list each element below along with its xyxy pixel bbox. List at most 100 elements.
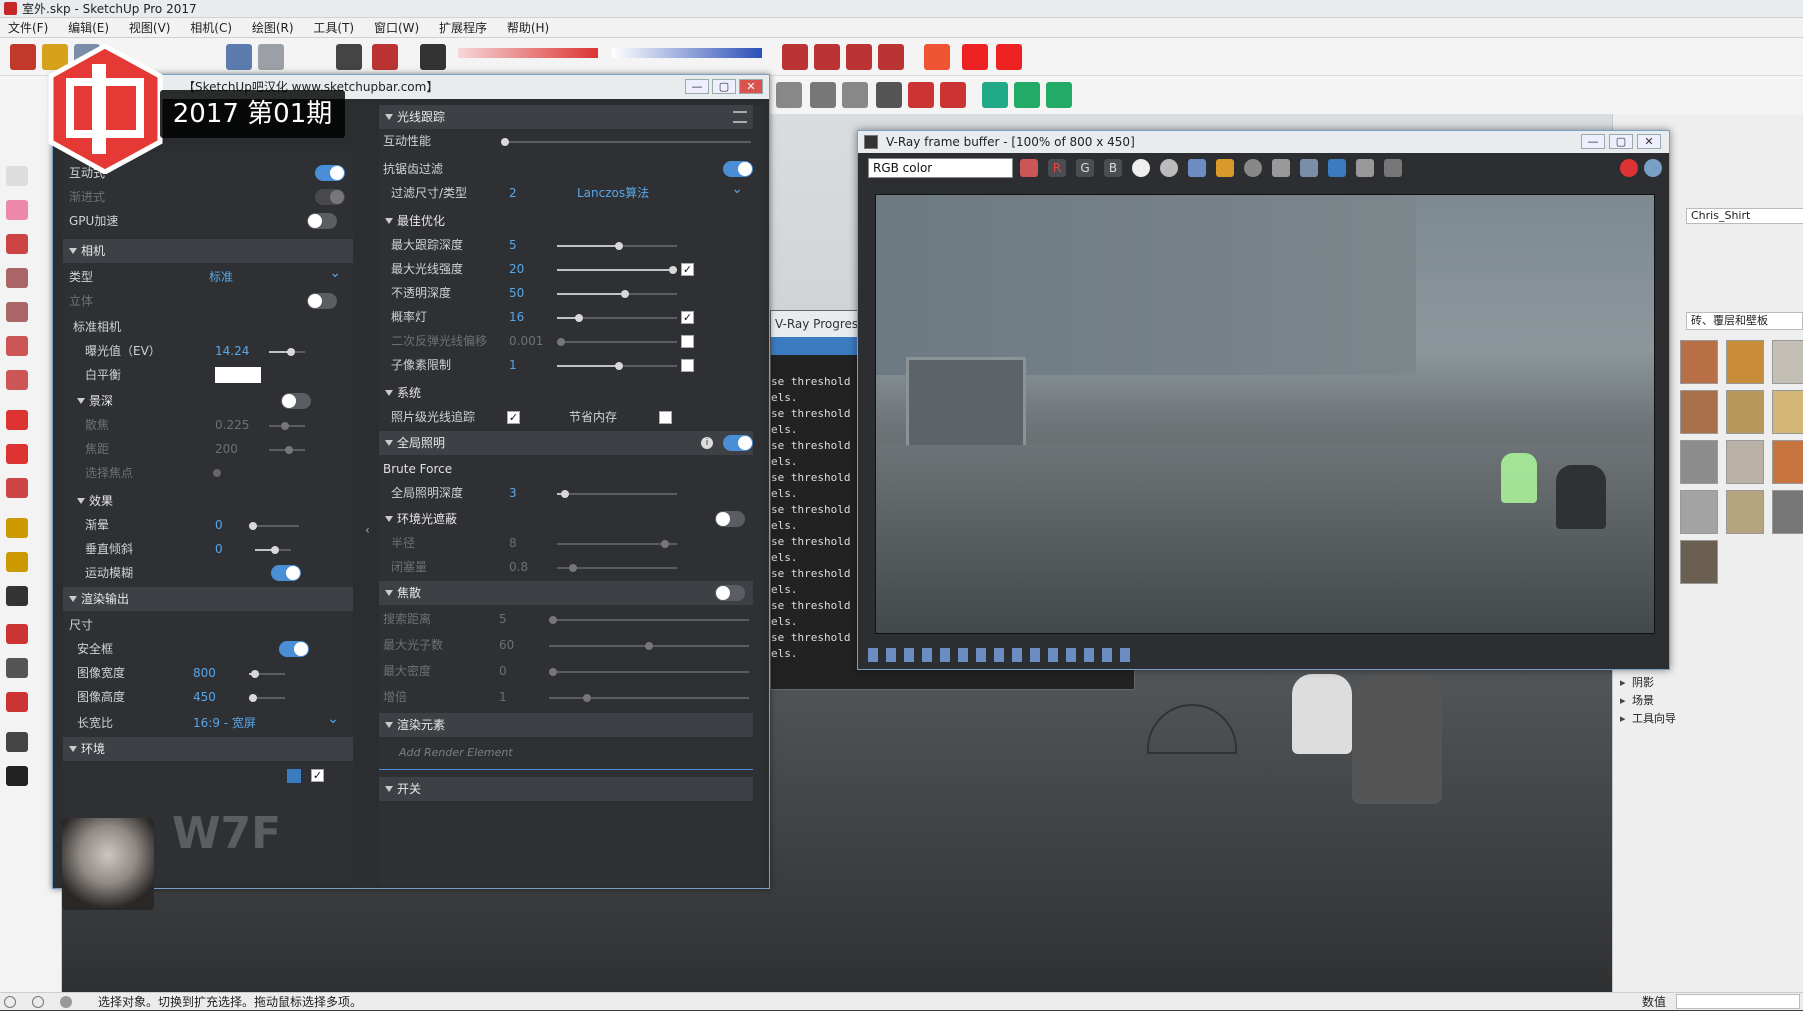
subdiv-limit-checkbox[interactable] xyxy=(681,359,694,372)
undo-icon[interactable] xyxy=(226,44,252,70)
ev-slider[interactable] xyxy=(269,348,305,356)
material-swatch[interactable] xyxy=(1772,340,1803,384)
focus-distance-slider[interactable] xyxy=(269,446,305,454)
maximize-button[interactable]: ▢ xyxy=(712,79,736,94)
multiplier-value[interactable]: 1 xyxy=(499,685,507,709)
scale-tool-icon[interactable] xyxy=(6,478,28,498)
walk-tool-icon[interactable] xyxy=(6,732,28,752)
user-icon[interactable] xyxy=(60,996,72,1008)
caustics-toggle[interactable] xyxy=(715,585,745,601)
measurements-field[interactable] xyxy=(1676,994,1800,1009)
switches-section[interactable]: 开关 xyxy=(379,777,753,801)
move-tool-icon[interactable] xyxy=(6,410,28,430)
vray-lights-icon[interactable] xyxy=(878,44,904,70)
vignette-value[interactable]: 0 xyxy=(215,513,223,537)
secondary-bias-slider[interactable] xyxy=(557,338,677,346)
color-corrections-icon[interactable] xyxy=(1020,159,1038,177)
max-photons-slider[interactable] xyxy=(549,642,749,650)
menu-edit[interactable]: 编辑(E) xyxy=(60,18,117,38)
save-image-icon[interactable] xyxy=(1188,159,1206,177)
max-ray-intensity-slider[interactable] xyxy=(557,266,677,274)
probabilistic-lights-checkbox[interactable]: ✓ xyxy=(681,311,694,324)
3d-text-icon[interactable] xyxy=(876,82,902,108)
dof-section[interactable]: 景深 xyxy=(71,389,231,413)
print-icon[interactable] xyxy=(336,44,362,70)
material-swatch[interactable] xyxy=(1726,490,1764,534)
channel-select[interactable]: RGB color xyxy=(868,158,1013,178)
rendered-image[interactable] xyxy=(875,194,1655,634)
panel-collapse-icon[interactable]: ‹ xyxy=(365,523,375,541)
axes-icon[interactable] xyxy=(842,82,868,108)
occlusion-value[interactable]: 0.8 xyxy=(509,555,528,579)
model-info-icon[interactable] xyxy=(372,44,398,70)
focus-distance-value[interactable]: 200 xyxy=(215,437,238,461)
dof-toggle[interactable] xyxy=(281,393,311,409)
material-swatch[interactable] xyxy=(1680,440,1718,484)
motion-blur-toggle[interactable] xyxy=(271,565,301,581)
menu-camera[interactable]: 相机(C) xyxy=(182,18,240,38)
max-trace-depth-value[interactable]: 5 xyxy=(509,233,517,257)
gi-section[interactable]: 全局照明 xyxy=(379,431,753,455)
fb-maximize-button[interactable]: ▢ xyxy=(1609,134,1633,149)
multiplier-slider[interactable] xyxy=(549,694,749,702)
settings-options-icon[interactable] xyxy=(733,111,747,123)
stereo-toggle[interactable] xyxy=(307,293,337,309)
material-swatch[interactable] xyxy=(1726,440,1764,484)
probabilistic-lights-slider[interactable] xyxy=(557,314,677,322)
caustics-section[interactable]: 焦散 xyxy=(379,581,753,605)
menu-tools[interactable]: 工具(T) xyxy=(305,18,362,38)
ao-toggle[interactable] xyxy=(715,511,745,527)
interactive-toggle[interactable] xyxy=(315,165,345,181)
image-height-slider[interactable] xyxy=(249,694,285,702)
protractor-icon[interactable] xyxy=(6,552,28,572)
menu-file[interactable]: 文件(F) xyxy=(0,18,56,38)
gpu-toggle[interactable] xyxy=(307,213,337,229)
vray-interactive-icon[interactable] xyxy=(814,44,840,70)
vertical-tilt-slider[interactable] xyxy=(255,546,291,554)
render-history-icon[interactable] xyxy=(1356,159,1374,177)
blue-channel-button[interactable]: B xyxy=(1104,159,1122,177)
interactive-perf-slider[interactable] xyxy=(501,138,751,146)
camera-section[interactable]: 相机 xyxy=(63,239,353,263)
orbit-tool-icon[interactable] xyxy=(6,624,28,644)
tray-instructor[interactable]: 工具向导 xyxy=(1620,710,1676,728)
render-output-section[interactable]: 渲染输出 xyxy=(63,587,353,611)
image-width-slider[interactable] xyxy=(249,670,285,678)
region-render-icon[interactable] xyxy=(1300,159,1318,177)
image-width-value[interactable]: 800 xyxy=(193,661,216,685)
effects-section[interactable]: 效果 xyxy=(71,489,231,513)
minimize-button[interactable]: — xyxy=(685,79,709,94)
material-swatch[interactable] xyxy=(1772,440,1803,484)
menu-view[interactable]: 视图(V) xyxy=(121,18,179,38)
tray-scenes[interactable]: 场景 xyxy=(1620,692,1654,710)
app-icon[interactable] xyxy=(940,82,966,108)
green-channel-button[interactable]: G xyxy=(1076,159,1094,177)
subdiv-limit-value[interactable]: 1 xyxy=(509,353,517,377)
antialiasing-toggle[interactable] xyxy=(723,161,753,177)
tray-shadows[interactable]: 阴影 xyxy=(1620,674,1654,692)
tape-measure-icon[interactable] xyxy=(6,518,28,538)
ao-radius-value[interactable]: 8 xyxy=(509,531,517,555)
alpha-channel-icon[interactable] xyxy=(1132,159,1150,177)
search-distance-slider[interactable] xyxy=(549,616,749,624)
max-density-value[interactable]: 0 xyxy=(499,659,507,683)
pick-focus-button[interactable] xyxy=(213,469,221,477)
gi-depth-value[interactable]: 3 xyxy=(509,481,517,505)
material-swatch[interactable] xyxy=(1772,390,1803,434)
shadow-toggle-icon[interactable] xyxy=(420,44,446,70)
max-photons-value[interactable]: 60 xyxy=(499,633,514,657)
add-render-element-button[interactable]: Add Render Element xyxy=(399,741,513,765)
optimization-section[interactable]: 最佳优化 xyxy=(379,209,753,233)
fb-minimize-button[interactable]: — xyxy=(1581,134,1605,149)
clear-image-icon[interactable] xyxy=(1244,159,1262,177)
system-section[interactable]: 系统 xyxy=(379,381,753,405)
filter-type-dropdown[interactable]: Lanczos算法 xyxy=(577,177,743,205)
circle-tool-icon[interactable] xyxy=(6,302,28,322)
material-swatch[interactable] xyxy=(1772,490,1803,534)
photon-checkbox[interactable]: ✓ xyxy=(507,411,520,424)
footprints-tool-icon[interactable] xyxy=(6,766,28,786)
opacity-depth-slider[interactable] xyxy=(557,290,677,298)
shadow-time-slider[interactable] xyxy=(612,48,762,58)
3d-warehouse-icon[interactable] xyxy=(982,82,1008,108)
max-ray-intensity-checkbox[interactable]: ✓ xyxy=(681,263,694,276)
